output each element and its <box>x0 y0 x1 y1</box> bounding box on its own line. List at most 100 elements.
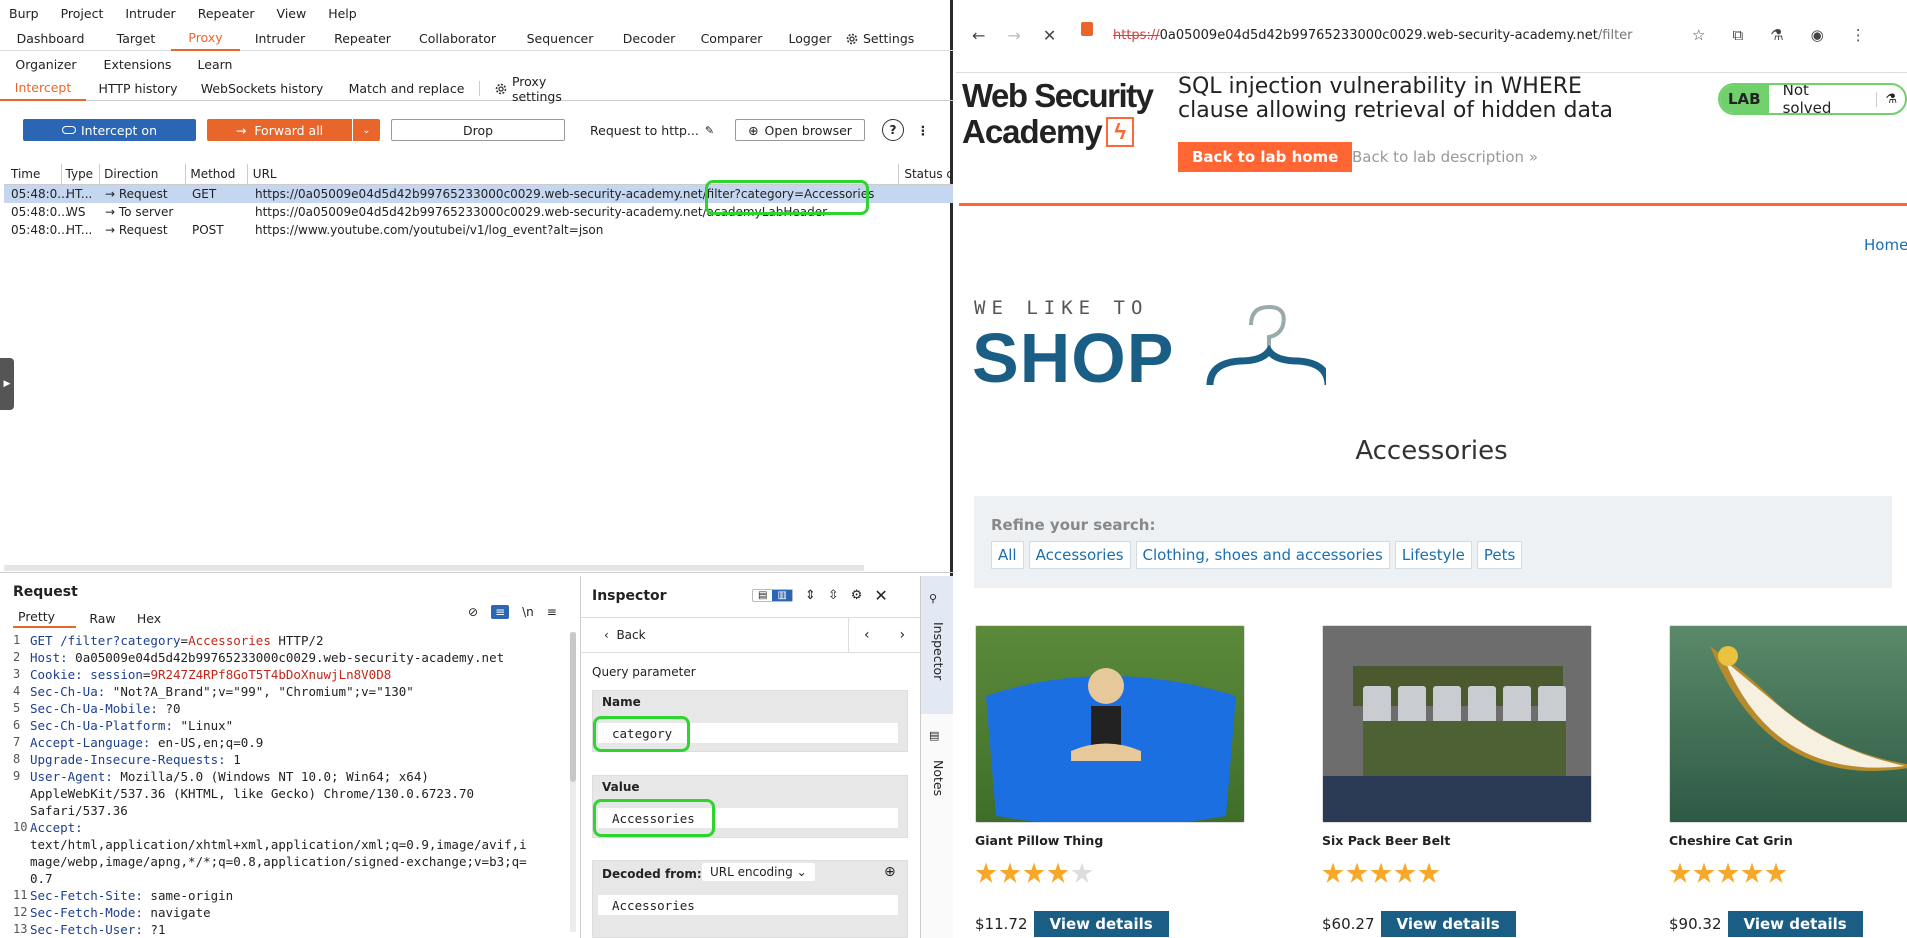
menu-help[interactable]: Help <box>328 6 357 21</box>
filter-lifestyle[interactable]: Lifestyle <box>1394 541 1472 569</box>
horizontal-scrollbar[interactable] <box>4 565 864 571</box>
col-direction[interactable]: Direction <box>100 164 187 184</box>
tab-raw[interactable]: Raw <box>76 611 129 626</box>
col-time[interactable]: Time <box>4 164 62 184</box>
add-icon[interactable]: ⊕ <box>884 864 896 880</box>
subtab-http-history[interactable]: HTTP history <box>86 81 190 96</box>
forward-all-button[interactable]: → Forward all <box>207 119 352 141</box>
col-status[interactable]: Status c <box>899 164 953 184</box>
arrow-right-icon: → <box>105 205 119 219</box>
request-editor[interactable]: 1 GET /filter?category=Accessories HTTP/2… <box>13 632 573 938</box>
forward-dropdown-button[interactable]: ⌄ <box>353 119 380 141</box>
tab-sequencer[interactable]: Sequencer <box>510 31 610 46</box>
line-text: Sec-Ch-Ua-Platform: "Linux" <box>30 717 233 734</box>
intercept-toggle-button[interactable]: Intercept on <box>23 119 196 141</box>
line-rest: ?1 <box>142 922 166 937</box>
side-tab-notes[interactable]: Notes <box>931 760 946 796</box>
academy-logo[interactable]: Web Security Academy ϟ <box>962 78 1154 150</box>
tab-proxy[interactable]: Proxy <box>171 27 240 51</box>
menu-project[interactable]: Project <box>61 6 104 21</box>
subtab-intercept[interactable]: Intercept <box>0 77 86 101</box>
open-browser-button[interactable]: ⊕ Open browser <box>735 119 865 141</box>
panel-expand-handle[interactable]: ▶ <box>0 358 14 410</box>
product-image[interactable] <box>1669 625 1907 823</box>
chevron-left-icon[interactable]: ‹ <box>864 627 870 643</box>
extensions-icon[interactable]: ⧉ <box>1732 26 1743 44</box>
star-bookmark-icon[interactable]: ☆ <box>1692 26 1705 44</box>
chevron-down-icon: ⌄ <box>796 865 807 879</box>
chevron-right-icon[interactable]: › <box>899 627 905 643</box>
tab-target[interactable]: Target <box>101 31 171 46</box>
menu-burp[interactable]: Burp <box>9 6 39 21</box>
more-options-icon[interactable]: ⋮ <box>1851 26 1866 44</box>
stop-icon[interactable]: ✕ <box>1043 26 1056 45</box>
table-row[interactable]: 05:48:0... HT... → Request POST https://… <box>4 221 953 239</box>
query-parameter-label: Query parameter <box>592 665 696 679</box>
filter-all[interactable]: All <box>991 541 1024 569</box>
line-number: 12 <box>13 905 28 919</box>
tab-dashboard[interactable]: Dashboard <box>0 31 101 46</box>
view-details-button[interactable]: View details <box>1727 911 1863 937</box>
expand-icon[interactable]: ⇕ <box>805 588 816 603</box>
filter-accessories[interactable]: Accessories <box>1028 541 1131 569</box>
profile-icon[interactable]: ◉ <box>1811 26 1824 44</box>
back-to-lab-description-link[interactable]: Back to lab description » <box>1352 148 1538 166</box>
more-options-icon[interactable]: ⋮ <box>915 119 931 141</box>
split-view-icon[interactable]: ▥ <box>772 590 792 601</box>
line-rest: "Not?A_Brand";v="99", "Chromium";v="130" <box>105 684 414 699</box>
drop-button[interactable]: Drop <box>391 119 565 141</box>
forward-arrow-icon[interactable]: → <box>1007 26 1020 45</box>
name-label: Name <box>602 695 641 709</box>
lab-status-widget: LAB Not solved ⚗ <box>1718 83 1907 115</box>
address-bar[interactable]: https://0a05009e04d5d42b99765233000c0029… <box>1113 28 1633 43</box>
tab-hex[interactable]: Hex <box>129 611 169 626</box>
tab-repeater[interactable]: Repeater <box>320 31 405 46</box>
tab-learn[interactable]: Learn <box>183 57 247 72</box>
tab-pretty[interactable]: Pretty <box>13 609 76 628</box>
tab-extensions[interactable]: Extensions <box>92 57 183 72</box>
help-icon[interactable]: ? <box>882 119 904 141</box>
tab-decoder[interactable]: Decoder <box>610 31 688 46</box>
view-details-button[interactable]: View details <box>1033 911 1169 937</box>
encoding-select[interactable]: URL encoding ⌄ <box>702 863 815 881</box>
product-image[interactable] <box>975 625 1245 823</box>
back-arrow-icon[interactable]: ← <box>972 26 985 45</box>
tab-collaborator[interactable]: Collaborator <box>405 31 510 46</box>
decoded-field[interactable]: Accessories <box>598 895 898 915</box>
tab-organizer[interactable]: Organizer <box>0 57 92 72</box>
tab-comparer[interactable]: Comparer <box>688 31 775 46</box>
param-value: 9R247Z4RPf8GoT5T4bDoXnuwjLn8V0D8 <box>150 667 392 682</box>
gear-icon[interactable]: ⚙ <box>851 588 863 603</box>
menu-view[interactable]: View <box>277 6 307 21</box>
col-method[interactable]: Method <box>186 164 248 184</box>
menu-repeater[interactable]: Repeater <box>198 6 255 21</box>
filter-clothing[interactable]: Clothing, shoes and accessories <box>1135 541 1390 569</box>
tab-logger[interactable]: Logger <box>775 31 845 46</box>
splitter[interactable] <box>0 572 953 573</box>
subtab-websockets-history[interactable]: WebSockets history <box>190 81 334 96</box>
request-to-label[interactable]: Request to http... ✎ <box>590 119 720 141</box>
product-image[interactable] <box>1322 625 1592 823</box>
back-button[interactable]: ‹ Back <box>604 628 646 642</box>
back-to-lab-home-button[interactable]: Back to lab home <box>1178 142 1353 172</box>
collapse-icon[interactable]: ⇳ <box>828 588 839 603</box>
menu-intruder[interactable]: Intruder <box>125 6 175 21</box>
product-price-row: $60.27 View details <box>1322 911 1516 937</box>
list-view-icon[interactable]: ▤ <box>753 590 772 601</box>
close-icon[interactable]: ✕ <box>874 586 887 605</box>
view-details-button[interactable]: View details <box>1380 911 1516 937</box>
hide-icon[interactable]: ⊘ <box>468 605 478 619</box>
newline-icon[interactable]: \n <box>522 605 534 619</box>
editor-scrollbar[interactable] <box>570 632 576 932</box>
wrap-lines-icon[interactable]: ≡ <box>491 605 510 619</box>
tab-settings[interactable]: Settings <box>845 31 931 46</box>
filter-pets[interactable]: Pets <box>1476 541 1523 569</box>
labs-flask-icon[interactable]: ⚗ <box>1770 26 1783 44</box>
subtab-proxy-settings[interactable]: Proxy settings <box>480 74 600 104</box>
home-link[interactable]: Home <box>1864 236 1907 254</box>
menu-lines-icon[interactable]: ≡ <box>547 605 557 619</box>
col-type[interactable]: Type <box>62 164 101 184</box>
line-rest: mage/webp,image/apng,*/*;q=0.8,applicati… <box>30 854 527 869</box>
tab-intruder[interactable]: Intruder <box>240 31 320 46</box>
subtab-match-replace[interactable]: Match and replace <box>334 81 480 96</box>
